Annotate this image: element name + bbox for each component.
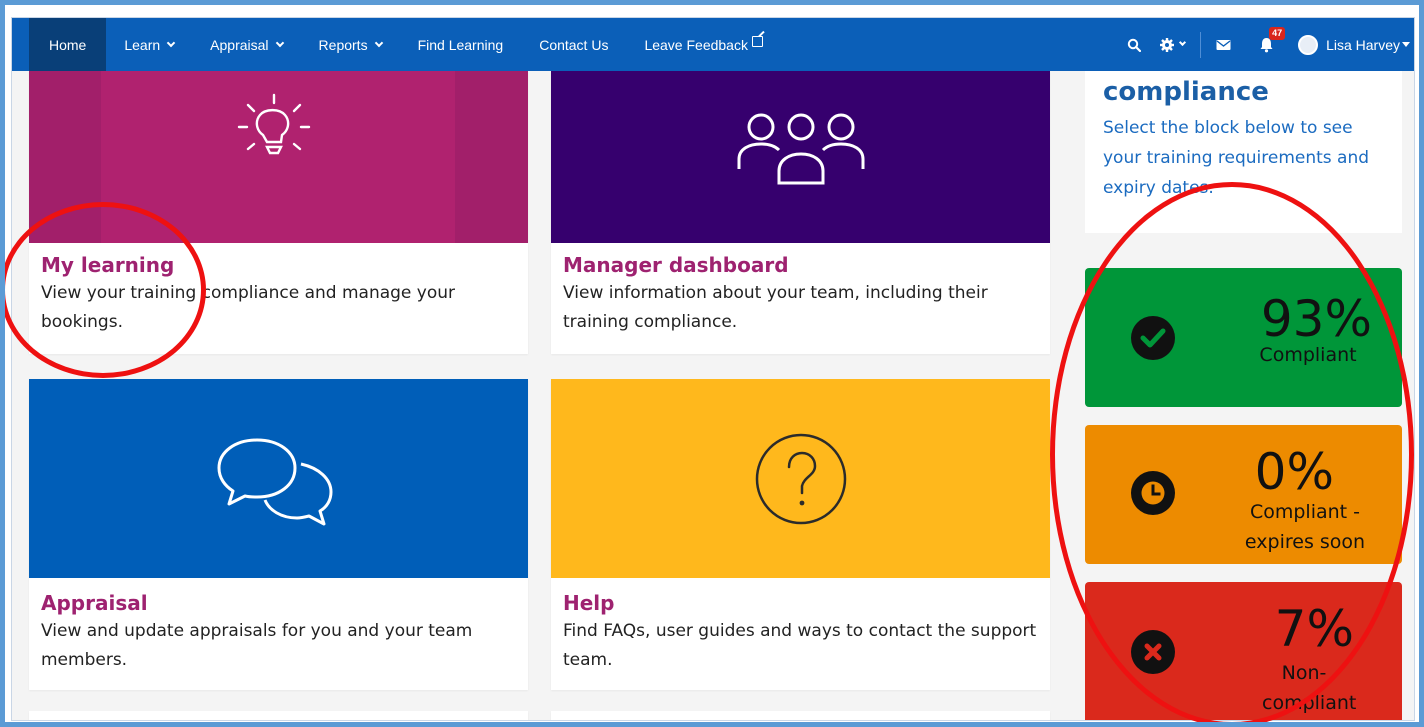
chevron-down-icon bbox=[275, 38, 284, 47]
help-hero bbox=[551, 379, 1050, 578]
stat-label: Non-compliant bbox=[1262, 662, 1357, 714]
x-circle-icon bbox=[1131, 630, 1175, 674]
nav-reports[interactable]: Reports bbox=[301, 18, 400, 71]
my-learning-hero bbox=[29, 71, 528, 243]
top-navbar: Home Learn Appraisal Reports Find Learni… bbox=[12, 18, 1414, 71]
search-icon bbox=[1127, 38, 1142, 52]
appraisal-hero bbox=[29, 379, 528, 578]
question-mark-icon bbox=[755, 433, 847, 525]
nav-find-learning[interactable]: Find Learning bbox=[400, 18, 522, 71]
lightbulb-icon bbox=[237, 93, 311, 155]
check-circle-icon bbox=[1131, 316, 1175, 360]
card-title[interactable]: My learning bbox=[41, 253, 518, 277]
hero-band bbox=[455, 71, 528, 243]
card-description: View your training compliance and manage… bbox=[41, 283, 456, 332]
appraisal-body: Appraisal View and update appraisals for… bbox=[41, 591, 518, 675]
card-title[interactable]: Appraisal bbox=[41, 591, 518, 615]
compliance-heading: compliance bbox=[1103, 77, 1269, 107]
nav-learn-label: Learn bbox=[124, 36, 161, 53]
card-title[interactable]: Manager dashboard bbox=[563, 253, 1040, 277]
stat-label: Compliant - expires soon bbox=[1244, 501, 1366, 553]
card-partial bbox=[29, 711, 528, 720]
external-link-icon bbox=[751, 36, 763, 47]
chevron-down-icon bbox=[374, 38, 383, 47]
hero-band bbox=[29, 71, 101, 243]
nav-appraisal[interactable]: Appraisal bbox=[192, 18, 300, 71]
clock-icon bbox=[1131, 471, 1175, 515]
search-button[interactable] bbox=[1118, 18, 1150, 71]
stat-non-compliant[interactable]: 7% Non-compliant bbox=[1085, 582, 1402, 720]
stat-value: 0% bbox=[1254, 443, 1334, 501]
nav-home-label: Home bbox=[49, 36, 87, 53]
compliance-panel: compliance Select the block below to see… bbox=[1085, 71, 1402, 233]
caret-down-icon bbox=[1402, 42, 1410, 47]
card-description: Find FAQs, user guides and ways to conta… bbox=[563, 621, 1037, 670]
card-my-learning[interactable]: My learning View your training complianc… bbox=[29, 71, 528, 354]
team-icon bbox=[737, 113, 865, 185]
nav-right-tools: 47 Lisa Harvey bbox=[1118, 18, 1414, 71]
chevron-down-icon bbox=[1179, 38, 1187, 47]
nav-contact-us-label: Contact Us bbox=[539, 36, 609, 53]
chat-bubbles-icon bbox=[217, 438, 333, 526]
stat-compliant[interactable]: 93% Compliant bbox=[1085, 268, 1402, 407]
card-title[interactable]: Help bbox=[563, 591, 1040, 615]
settings-menu-button[interactable] bbox=[1150, 18, 1194, 71]
nav-reports-label: Reports bbox=[318, 36, 368, 53]
card-appraisal[interactable]: Appraisal View and update appraisals for… bbox=[29, 379, 528, 690]
help-body: Help Find FAQs, user guides and ways to … bbox=[563, 591, 1040, 675]
card-description: View information about your team, includ… bbox=[563, 283, 988, 332]
notification-count-badge: 47 bbox=[1269, 27, 1286, 40]
app-window: Home Learn Appraisal Reports Find Learni… bbox=[11, 17, 1415, 721]
compliance-description: Select the block below to see your train… bbox=[1103, 118, 1370, 198]
messages-button[interactable] bbox=[1207, 18, 1240, 71]
user-menu[interactable]: Lisa Harvey bbox=[1289, 18, 1414, 71]
card-manager-dashboard[interactable]: Manager dashboard View information about… bbox=[551, 71, 1050, 354]
stat-value: 7% bbox=[1274, 600, 1354, 658]
nav-learn[interactable]: Learn bbox=[106, 18, 192, 71]
chevron-down-icon bbox=[166, 38, 176, 47]
nav-find-learning-label: Find Learning bbox=[417, 36, 504, 53]
user-name: Lisa Harvey bbox=[1326, 36, 1400, 53]
envelope-icon bbox=[1216, 39, 1231, 50]
nav-leave-feedback-label: Leave Feedback bbox=[644, 36, 748, 53]
nav-contact-us[interactable]: Contact Us bbox=[521, 18, 626, 71]
card-description: View and update appraisals for you and y… bbox=[41, 621, 473, 670]
nav-divider bbox=[1200, 31, 1202, 58]
notifications-button[interactable]: 47 bbox=[1250, 18, 1286, 71]
card-partial bbox=[551, 711, 1050, 720]
stat-expires-soon[interactable]: 0% Compliant - expires soon bbox=[1085, 425, 1402, 564]
avatar bbox=[1298, 34, 1319, 55]
gear-icon bbox=[1160, 37, 1175, 52]
manager-dashboard-body: Manager dashboard View information about… bbox=[563, 253, 1040, 337]
stat-label: Compliant bbox=[1259, 344, 1357, 366]
card-help[interactable]: Help Find FAQs, user guides and ways to … bbox=[551, 379, 1050, 690]
my-learning-body: My learning View your training complianc… bbox=[41, 253, 518, 337]
nav-leave-feedback[interactable]: Leave Feedback bbox=[626, 18, 781, 71]
nav-home[interactable]: Home bbox=[29, 18, 107, 71]
manager-dashboard-hero bbox=[551, 71, 1050, 243]
nav-appraisal-label: Appraisal bbox=[210, 36, 269, 53]
stat-value: 93% bbox=[1260, 290, 1372, 348]
